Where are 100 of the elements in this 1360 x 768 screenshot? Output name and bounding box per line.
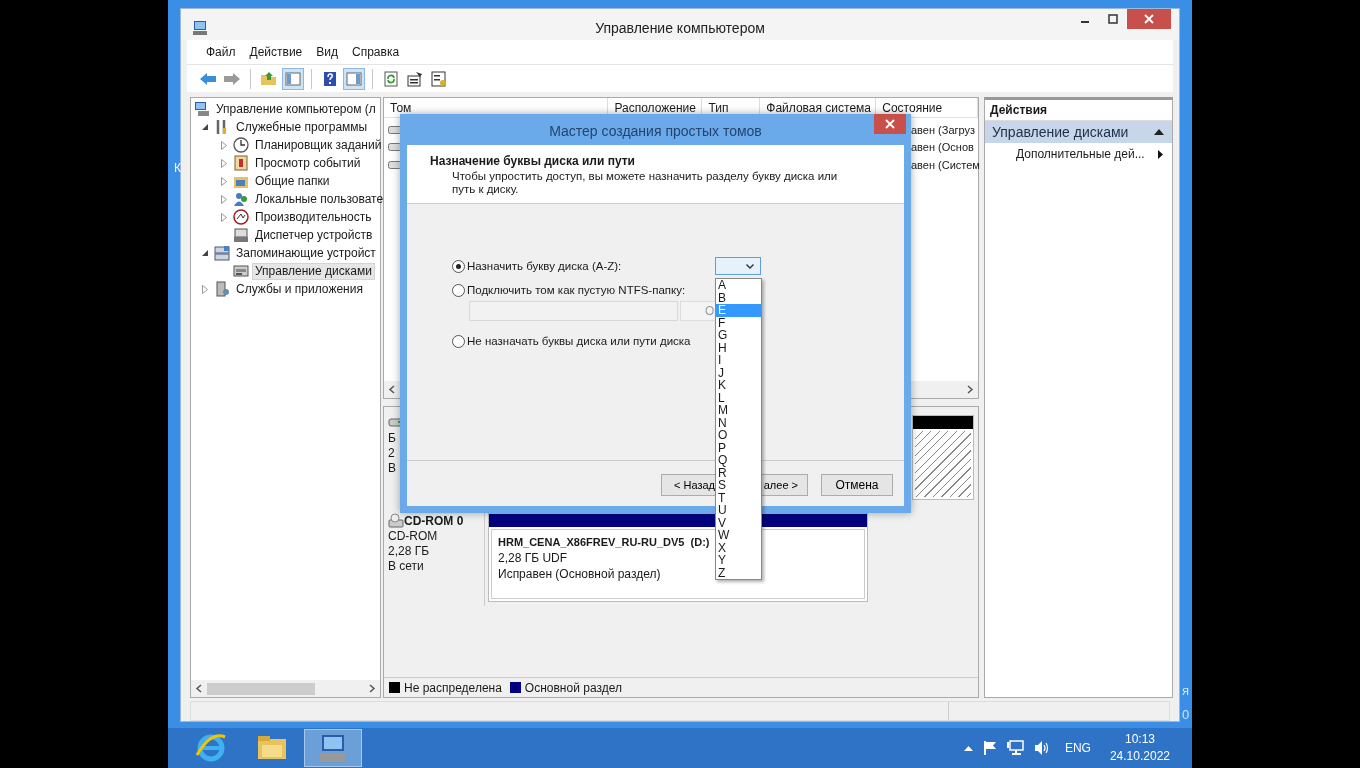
horizontal-scrollbar[interactable] <box>191 680 380 697</box>
network-icon <box>1006 740 1025 756</box>
language-indicator[interactable]: ENG <box>1064 741 1091 755</box>
book-icon <box>233 155 249 171</box>
minimize-icon <box>1081 21 1089 23</box>
list-option[interactable]: P <box>716 441 761 454</box>
list-option[interactable]: L <box>716 391 761 404</box>
list-option[interactable]: Z <box>716 566 761 579</box>
expand-arrow-icon[interactable] <box>221 140 227 150</box>
actions-section[interactable]: Управление дисками <box>985 121 1172 143</box>
list-option[interactable]: Y <box>716 554 761 567</box>
disk-info: 2 <box>388 446 396 461</box>
partition-info: Исправен (Основной раздел) <box>498 566 661 582</box>
tree-item[interactable]: Общие папки <box>252 172 333 190</box>
panel-icon <box>345 69 363 88</box>
dialog-title: Мастер создания простых томов <box>549 121 762 139</box>
tree-item[interactable]: Запоминающие устройст <box>233 244 379 262</box>
list-option[interactable]: O <box>716 429 761 442</box>
users-icon <box>233 191 249 207</box>
close-button[interactable] <box>1127 9 1171 29</box>
refresh-icon <box>382 69 400 88</box>
scroll-left-icon <box>388 385 396 394</box>
tree-item[interactable]: Управление компьютером (л <box>213 100 379 118</box>
disk-info: В <box>388 461 397 476</box>
disk-drive-icon <box>233 263 249 279</box>
list-option[interactable]: I <box>716 354 761 367</box>
list-option[interactable]: M <box>716 404 761 417</box>
menu-item[interactable]: Файл <box>199 45 243 59</box>
desktop-text: я <box>1182 683 1190 698</box>
list-option[interactable]: B <box>716 291 761 304</box>
list-option[interactable]: W <box>716 529 761 542</box>
collapse-arrow-icon[interactable] <box>202 123 209 131</box>
collapse-arrow-icon[interactable] <box>202 249 209 257</box>
option-label: Назначить букву диска (A-Z): <box>467 260 622 272</box>
list-option[interactable]: X <box>716 541 761 554</box>
table-cell: авен (Систем <box>911 158 980 171</box>
submenu-arrow-icon <box>1158 149 1163 159</box>
scroll-left-icon <box>195 684 203 693</box>
list-option[interactable]: K <box>716 379 761 392</box>
menu-item[interactable]: Вид <box>309 45 345 59</box>
tree-item[interactable]: Планировщик заданий <box>252 136 385 154</box>
desktop-text: 0 <box>1182 707 1190 722</box>
list-option[interactable]: N <box>716 416 761 429</box>
printer-icon <box>233 227 249 243</box>
taskbar-button[interactable] <box>304 729 362 767</box>
scroll-right-icon <box>368 684 376 693</box>
option-label: Подключить том как пустую NTFS-папку: <box>467 284 686 296</box>
expand-arrow-icon[interactable] <box>221 194 227 204</box>
disk-name: CD-ROM 0 <box>404 514 464 528</box>
close-icon <box>1144 14 1154 24</box>
panel-icon <box>284 69 302 88</box>
drive-letter-dropdown[interactable] <box>715 257 761 275</box>
tree-item[interactable]: Локальные пользовате <box>252 190 387 208</box>
close-button[interactable] <box>874 114 906 134</box>
help-icon <box>321 69 339 88</box>
option-label: Не назначать буквы диска или пути диска <box>467 335 691 347</box>
disk-info: 2,28 ГБ <box>388 544 431 559</box>
tree-item[interactable]: Диспетчер устройств <box>252 226 376 244</box>
section-title: Управление дисками <box>992 124 1129 140</box>
partition[interactable] <box>912 415 974 500</box>
expand-arrow-icon[interactable] <box>221 212 227 222</box>
list-option[interactable]: H <box>716 341 761 354</box>
list-option[interactable]: G <box>716 329 761 342</box>
radio-option[interactable]: Подключить том как пустую NTFS-папку: <box>452 283 686 297</box>
cancel-button[interactable]: Отмена <box>821 474 893 496</box>
scrollbar-thumb[interactable] <box>207 682 315 695</box>
list-option[interactable]: Q <box>716 454 761 467</box>
expand-arrow-icon[interactable] <box>221 158 227 168</box>
table-cell: авен (Основ <box>911 141 974 154</box>
tray-expand-icon <box>963 745 973 751</box>
desktop-text: К <box>174 161 181 175</box>
action-link[interactable]: Дополнительные дей... <box>1016 147 1145 161</box>
tree-item[interactable]: Просмотр событий <box>252 154 364 172</box>
list-option[interactable]: V <box>716 516 761 529</box>
radio-button[interactable] <box>452 334 465 348</box>
properties-icon <box>406 69 424 88</box>
volume-icon <box>1033 740 1050 756</box>
list-option[interactable]: A <box>716 279 761 292</box>
tree-item[interactable]: Службы и приложения <box>233 280 366 298</box>
disk-info: Б <box>388 431 397 446</box>
radio-button[interactable] <box>452 259 465 273</box>
clock-time[interactable]: 10:13 <box>1124 731 1155 748</box>
radio-option[interactable]: Назначить букву диска (A-Z): <box>452 259 715 273</box>
disk-info: В сети <box>388 559 425 574</box>
clock-date[interactable]: 24.10.2022 <box>1109 748 1170 765</box>
radio-button[interactable] <box>452 283 465 297</box>
tree-item[interactable]: Управление дисками <box>252 262 375 280</box>
list-option[interactable]: J <box>716 366 761 379</box>
scroll-right-icon <box>966 385 974 394</box>
flag-icon <box>981 740 998 756</box>
tree-item[interactable]: Служебные программы <box>233 118 371 136</box>
chevron-down-icon <box>746 263 754 269</box>
radio-option[interactable]: Не назначать буквы диска или пути диска <box>452 334 691 348</box>
menu-item[interactable]: Действие <box>242 45 310 59</box>
server-icon <box>214 281 230 297</box>
tree-item[interactable]: Производительность <box>252 208 375 226</box>
legend-label: Не распределена <box>404 680 502 695</box>
expand-arrow-icon[interactable] <box>221 176 227 186</box>
expand-arrow-icon[interactable] <box>202 284 208 294</box>
menu-item[interactable]: Справка <box>345 45 407 59</box>
